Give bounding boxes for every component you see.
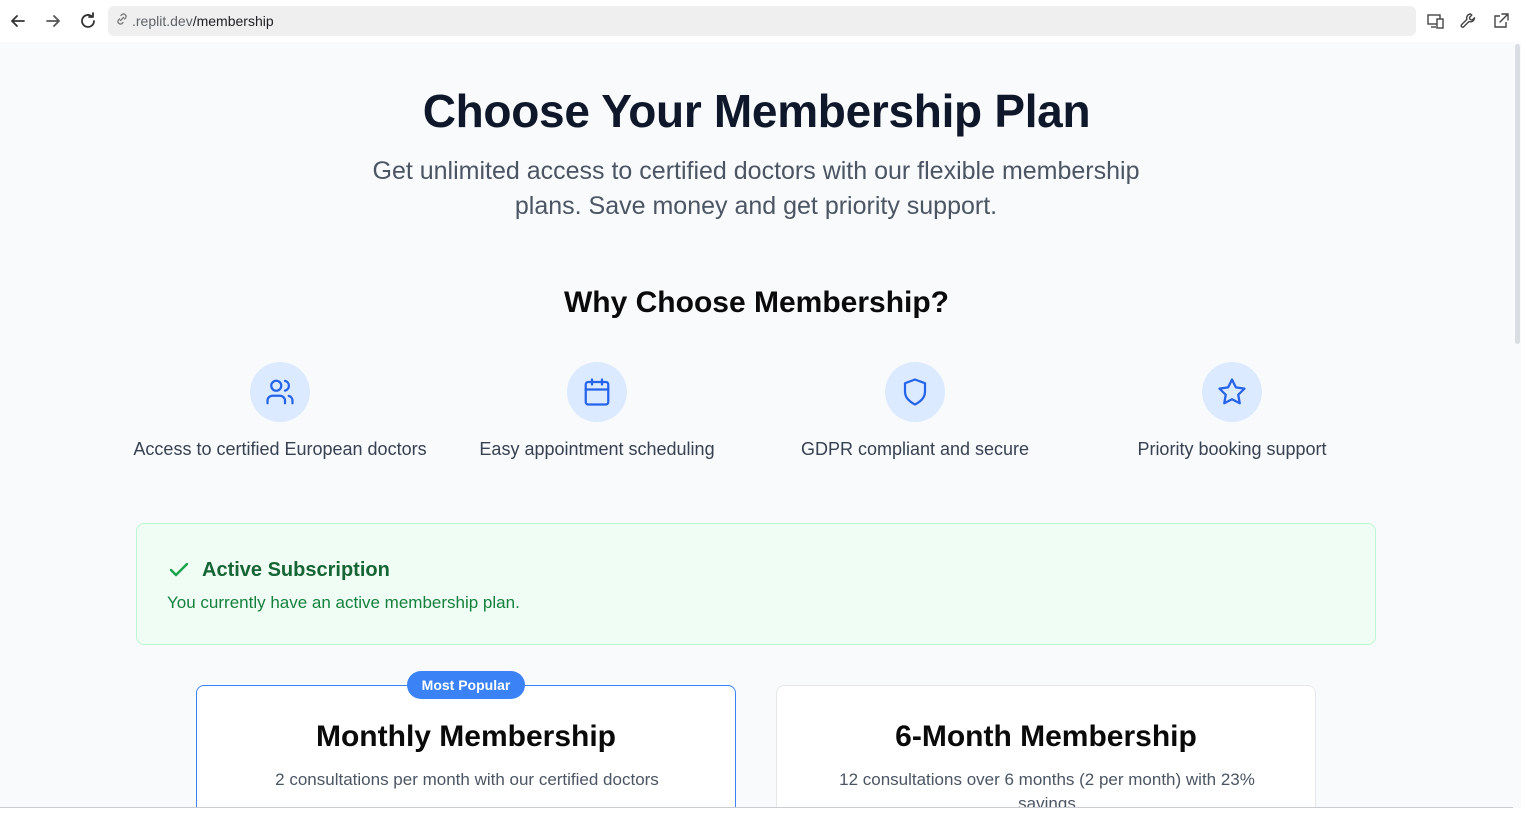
calendar-icon	[567, 362, 627, 422]
why-membership-heading: Why Choose Membership?	[563, 286, 950, 319]
feature-scheduling: Easy appointment scheduling	[437, 362, 757, 460]
check-icon	[167, 558, 191, 587]
address-bar[interactable]: .replit.dev/membership	[108, 6, 1416, 36]
active-subscription-alert: Active Subscription You currently have a…	[136, 523, 1376, 645]
plan-description: 2 consultations per month with our certi…	[275, 770, 659, 789]
feature-gdpr: GDPR compliant and secure	[755, 362, 1075, 460]
plan-title: 6-Month Membership	[895, 720, 1197, 753]
page-viewport: Choose Your Membership Plan Get unlimite…	[0, 42, 1521, 808]
plan-title: Monthly Membership	[315, 720, 616, 753]
browser-toolbar: .replit.dev/membership	[0, 0, 1527, 42]
active-subscription-text: You currently have an active membership …	[167, 593, 520, 612]
window-edge	[1521, 0, 1527, 816]
star-icon	[1202, 362, 1262, 422]
plan-card-monthly[interactable]: Monthly Membership 2 consultations per m…	[196, 685, 736, 807]
forward-arrow-icon[interactable]	[40, 8, 66, 34]
plan-description: 12 consultations over 6 months (2 per mo…	[839, 770, 1255, 808]
url-path: /membership	[192, 13, 274, 29]
wrench-icon[interactable]	[1456, 9, 1480, 33]
scrollbar-thumb[interactable]	[1515, 44, 1520, 344]
feature-label: Access to certified European doctors	[133, 439, 427, 459]
feature-priority: Priority booking support	[1072, 362, 1392, 460]
plan-card-six-month[interactable]: 6-Month Membership 12 consultations over…	[776, 685, 1316, 808]
window-bottom-edge	[0, 808, 1527, 816]
feature-label: GDPR compliant and secure	[800, 439, 1030, 459]
most-popular-badge: Most Popular	[407, 671, 525, 699]
page-title: Choose Your Membership Plan	[422, 85, 1091, 137]
feature-label: Easy appointment scheduling	[479, 439, 715, 459]
external-link-icon[interactable]	[1489, 9, 1513, 33]
reload-icon[interactable]	[75, 8, 101, 34]
back-arrow-icon[interactable]	[5, 8, 31, 34]
feature-doctors: Access to certified European doctors	[120, 362, 440, 460]
shield-icon	[885, 362, 945, 422]
users-icon	[250, 362, 310, 422]
link-icon	[114, 11, 130, 32]
feature-label: Priority booking support	[1137, 439, 1327, 459]
url-host: .replit.dev	[132, 13, 193, 29]
page-subtitle: Get unlimited access to certified doctor…	[372, 157, 1140, 220]
active-subscription-title: Active Subscription	[202, 559, 390, 581]
devices-icon[interactable]	[1424, 9, 1448, 33]
